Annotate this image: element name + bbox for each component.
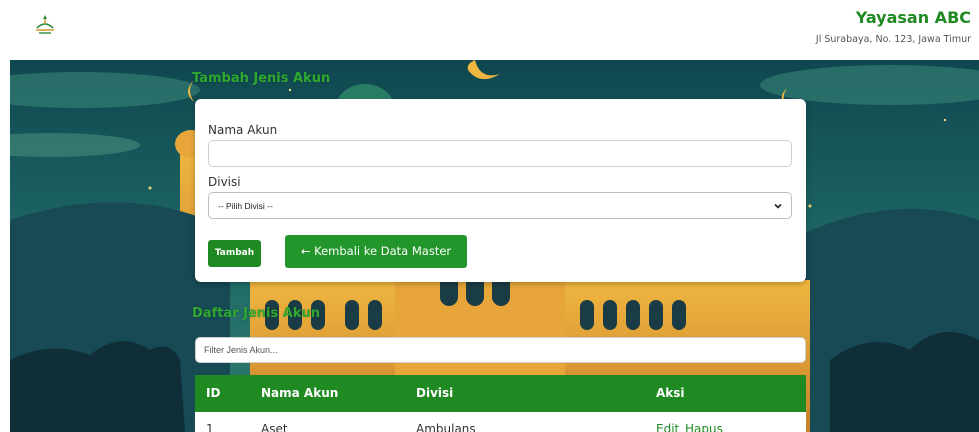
organization-address: Jl Surabaya, No. 123, Jawa Timur [815,34,971,45]
chevron-down-icon [774,203,782,209]
column-header-division: Divisi [416,386,454,400]
filter-placeholder: Filter Jenis Akun... [204,345,278,355]
column-header-id: ID [206,386,221,400]
account-type-list-heading: Daftar Jenis Akun [192,306,320,321]
division-label: Divisi [208,175,241,189]
edit-link[interactable]: Edit [656,422,679,432]
mosque-logo-icon[interactable] [32,12,58,38]
add-account-type-heading: Tambah Jenis Akun [192,71,331,86]
cell-account-name: Aset [261,422,288,432]
column-header-actions: Aksi [656,386,685,400]
add-button[interactable]: Tambah [208,240,261,267]
app-header: Yayasan ABC Jl Surabaya, No. 123, Jawa T… [0,0,979,60]
cell-division: Ambulans [416,422,476,432]
organization-name: Yayasan ABC [855,8,971,27]
filter-input[interactable]: Filter Jenis Akun... [195,337,806,363]
account-name-label: Nama Akun [208,123,278,137]
account-name-input[interactable] [208,140,792,167]
delete-link[interactable]: Hapus [685,422,723,432]
table-header: ID Nama Akun Divisi Aksi [195,375,806,412]
column-header-account-name: Nama Akun [261,386,339,400]
cell-id: 1 [206,422,214,432]
add-account-type-form: Nama Akun Divisi -- Pilih Divisi -- Tamb… [195,99,806,282]
division-select-value: -- Pilih Divisi -- [218,201,273,211]
table-row: 1 Aset Ambulans Edit Hapus [195,412,806,432]
back-to-master-data-button[interactable]: ← Kembali ke Data Master [285,235,467,268]
division-select[interactable]: -- Pilih Divisi -- [208,192,792,219]
